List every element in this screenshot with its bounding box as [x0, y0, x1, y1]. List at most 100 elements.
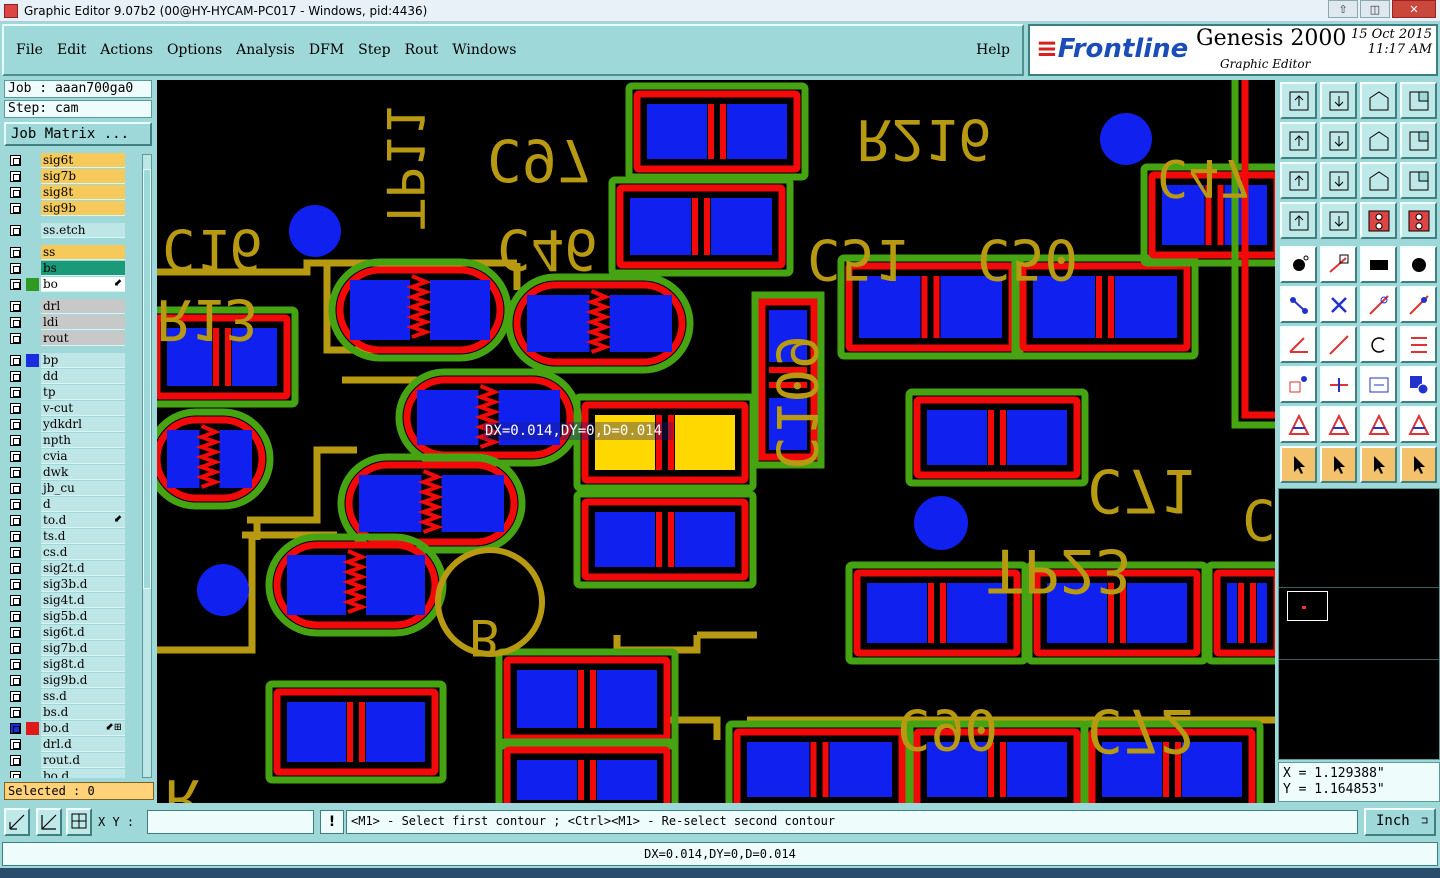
layer-checkbox[interactable] — [10, 547, 21, 558]
layer-name[interactable]: bo.d — [41, 769, 125, 778]
layer-name[interactable]: sig7b — [41, 169, 125, 184]
layer-color-swatch[interactable] — [26, 246, 39, 259]
layer-color-swatch[interactable] — [26, 186, 39, 199]
layer-checkbox[interactable] — [10, 659, 21, 670]
layer-checkbox[interactable] — [10, 387, 21, 398]
layer-color-swatch[interactable] — [26, 610, 39, 623]
menu-dfm[interactable]: DFM — [309, 42, 344, 58]
layer-color-swatch[interactable] — [26, 262, 39, 275]
close-button[interactable]: ✕ — [1392, 0, 1436, 18]
snap-line-button[interactable] — [1320, 246, 1357, 283]
layer-color-swatch[interactable] — [26, 546, 39, 559]
menu-windows[interactable]: Windows — [452, 42, 516, 58]
menu-step[interactable]: Step — [358, 42, 390, 58]
layer-color-swatch[interactable] — [26, 332, 39, 345]
layer-name[interactable]: sig4t.d — [41, 593, 125, 608]
layer-name[interactable]: tp — [41, 385, 125, 400]
layer-row[interactable]: v-cut — [4, 400, 140, 416]
zoom-home-button[interactable] — [1280, 82, 1317, 119]
layer-name[interactable]: d — [41, 497, 125, 512]
layer-name[interactable]: drl.d — [41, 737, 125, 752]
layer-color-swatch[interactable] — [26, 642, 39, 655]
layer-row[interactable]: dwk — [4, 464, 140, 480]
node-button[interactable] — [1280, 286, 1317, 323]
layer-row[interactable]: sig5b.d — [4, 608, 140, 624]
layer-name[interactable]: to.d ⬋ — [41, 513, 125, 528]
grid-button[interactable] — [1320, 202, 1357, 239]
layer-row[interactable]: ldi — [4, 314, 140, 330]
window-button[interactable] — [1400, 82, 1437, 119]
layer-row[interactable]: cs.d — [4, 544, 140, 560]
overview-viewport-box[interactable] — [1287, 591, 1328, 621]
midline-button[interactable] — [1320, 366, 1357, 403]
layer-name[interactable]: v-cut — [41, 401, 125, 416]
layer-name[interactable]: drl — [41, 299, 125, 314]
fit-screen-button[interactable] — [1280, 162, 1317, 199]
layer-row[interactable]: tp — [4, 384, 140, 400]
layer-checkbox[interactable] — [10, 371, 21, 382]
layer-row[interactable]: ss.d — [4, 688, 140, 704]
layer-row[interactable]: jb_cu — [4, 480, 140, 496]
layer-row[interactable]: bo.d — [4, 768, 140, 778]
layer-color-swatch[interactable] — [26, 498, 39, 511]
layer-row[interactable]: bp — [4, 352, 140, 368]
layer-name[interactable]: sig6t — [41, 153, 125, 168]
zoom-fit-button[interactable] — [1320, 82, 1357, 119]
layer-color-swatch[interactable] — [26, 706, 39, 719]
layer-color-swatch[interactable] — [26, 530, 39, 543]
layer-color-swatch[interactable] — [26, 578, 39, 591]
zoom-profile-button[interactable] — [1360, 82, 1397, 119]
layer-row[interactable]: ts.d — [4, 528, 140, 544]
layer-checkbox[interactable] — [10, 403, 21, 414]
layer-row[interactable]: sig7b — [4, 168, 140, 184]
help-button[interactable] — [1400, 162, 1437, 199]
layer-color-swatch[interactable] — [26, 738, 39, 751]
layer-row[interactable]: to.d ⬋ — [4, 512, 140, 528]
snap-mode-button[interactable] — [4, 808, 30, 836]
layer-row[interactable]: drl — [4, 298, 140, 314]
layer-checkbox[interactable] — [10, 279, 21, 290]
layer-color-swatch[interactable] — [26, 658, 39, 671]
zoom-in-button[interactable] — [1360, 122, 1397, 159]
diagonal-button[interactable] — [1320, 326, 1357, 363]
snap-point-button[interactable] — [1280, 246, 1317, 283]
layer-name[interactable]: ss.d — [41, 689, 125, 704]
xy-input[interactable] — [147, 810, 314, 834]
layer-checkbox[interactable] — [10, 187, 21, 198]
pointer-button[interactable] — [1280, 446, 1317, 483]
layer-row[interactable]: ss — [4, 244, 140, 260]
layer-checkbox[interactable] — [10, 333, 21, 344]
layer-row[interactable]: dd — [4, 368, 140, 384]
layer-name[interactable]: bs.d — [41, 705, 125, 720]
layer-checkbox[interactable] — [10, 451, 21, 462]
snap-pad-button[interactable] — [1360, 246, 1397, 283]
layer-name[interactable]: sig8t — [41, 185, 125, 200]
layer-color-swatch[interactable] — [26, 754, 39, 767]
layer-checkbox[interactable] — [10, 739, 21, 750]
layer-name[interactable]: sig5b.d — [41, 609, 125, 624]
layer-checkbox[interactable] — [10, 155, 21, 166]
zoom-out-button[interactable] — [1400, 122, 1437, 159]
line-point-button[interactable] — [1400, 286, 1437, 323]
layer-row[interactable]: bs.d — [4, 704, 140, 720]
layer-checkbox[interactable] — [10, 563, 21, 574]
triangle-2-button[interactable] — [1320, 406, 1357, 443]
layer-color-swatch[interactable] — [26, 386, 39, 399]
pointer-route-button[interactable] — [1400, 446, 1437, 483]
unit-selector[interactable]: Inch ⊐ — [1364, 808, 1436, 836]
layer-color-swatch[interactable] — [26, 278, 39, 291]
frame-button[interactable] — [1360, 366, 1397, 403]
layer-color-swatch[interactable] — [26, 154, 39, 167]
layers-red2-button[interactable] — [1400, 202, 1437, 239]
layer-name[interactable]: npth — [41, 433, 125, 448]
layer-color-swatch[interactable] — [26, 202, 39, 215]
layer-name[interactable]: sig6t.d — [41, 625, 125, 640]
layer-row[interactable]: npth — [4, 432, 140, 448]
layer-name[interactable]: sig8t.d — [41, 657, 125, 672]
layer-checkbox[interactable] — [10, 691, 21, 702]
layer-color-swatch[interactable] — [26, 418, 39, 431]
layer-checkbox[interactable] — [10, 707, 21, 718]
layer-row[interactable]: rout — [4, 330, 140, 346]
restore-button[interactable]: ◫ — [1360, 0, 1390, 18]
layer-checkbox[interactable] — [10, 483, 21, 494]
